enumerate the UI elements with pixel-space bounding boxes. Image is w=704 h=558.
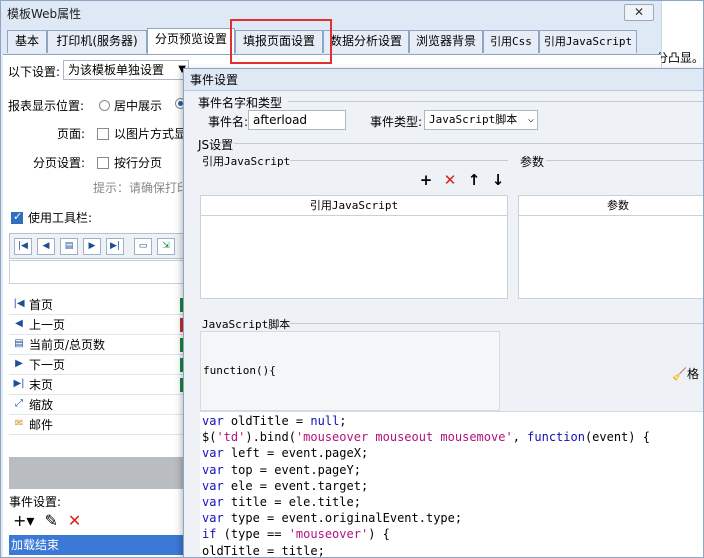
first-page-icon: |◀ (13, 298, 25, 309)
page-count-icon[interactable]: ▤ (60, 238, 78, 255)
background-window-strip: 分凸显。 (656, 1, 703, 71)
last-page-icon[interactable]: ▶| (106, 238, 124, 255)
highlight-box (230, 19, 332, 64)
param-column-header: 参数 (519, 196, 703, 216)
event-type-select[interactable]: JavaScript脚本 ⌵ (424, 110, 538, 130)
list-item[interactable]: ◀ 上一页 (9, 315, 185, 335)
event-toolbar: +▾ ✎ ✕ (13, 511, 91, 530)
page-as-image-checkbox[interactable]: 以图片方式显 (97, 125, 186, 142)
prev-page-icon[interactable]: ◀ (37, 238, 55, 255)
ref-js-column-header: 引用JavaScript (201, 196, 507, 216)
checkbox-checked-icon (11, 210, 23, 224)
event-row-selected[interactable]: 加载结束 (9, 535, 185, 555)
delete-event-icon[interactable]: ✕ (68, 511, 81, 530)
function-header: function(){ (203, 364, 276, 377)
divider (290, 160, 508, 161)
list-item[interactable]: ✉ 邮件 (9, 415, 185, 435)
tab-printer-server[interactable]: 打印机(服务器) (47, 30, 147, 53)
mail-icon: ✉ (14, 418, 24, 429)
add-icon[interactable]: + (414, 171, 438, 189)
apply-label: 以下设置: (8, 65, 61, 79)
param-table[interactable]: 参数 (518, 195, 703, 299)
position-center-option[interactable]: 居中展示 (99, 97, 162, 114)
code-line: oldTitle = title; (202, 543, 325, 558)
tab-paging-preview[interactable]: 分页预览设置 (147, 28, 235, 54)
event-group-title: 事件名字和类型 (198, 96, 283, 110)
script-label: JavaScript脚本 (202, 318, 291, 331)
hint-text: 提示：请确保打印 (93, 181, 190, 195)
tab-ref-css[interactable]: 引用Css (483, 30, 539, 53)
checkbox-icon (97, 157, 109, 169)
js-group-title: JS设置 (198, 138, 234, 152)
list-item[interactable]: ▶ 下一页 (9, 355, 185, 375)
radio-icon (99, 100, 110, 111)
code-line: $('td').bind('mouseover mouseout mousemo… (202, 430, 650, 445)
edit-event-icon[interactable]: ✎ (44, 511, 57, 530)
last-page-icon: ▶| (13, 378, 25, 389)
list-item[interactable]: ⤢ 缩放 (9, 395, 185, 415)
event-settings-dialog: 事件设置 事件名字和类型 事件名: afterload 事件类型: JavaSc… (183, 68, 703, 558)
format-button[interactable]: 🧹格 (672, 365, 699, 382)
checkbox-icon (97, 128, 109, 140)
event-settings-label: 事件设置: (9, 495, 62, 509)
code-line: if (type == 'mouseover') { (202, 527, 390, 542)
divider (546, 160, 703, 161)
first-page-icon[interactable]: |◀ (14, 238, 32, 255)
ref-js-table[interactable]: 引用JavaScript (200, 195, 508, 299)
next-page-icon[interactable]: ▶ (83, 238, 101, 255)
tab-ref-javascript[interactable]: 引用JavaScript (539, 30, 637, 53)
export-icon[interactable]: ⇲ (157, 238, 175, 255)
event-name-label: 事件名: (208, 115, 249, 129)
window-title: 模板Web属性 (7, 7, 82, 21)
page-count-icon: ▤ (14, 338, 24, 349)
script-editor[interactable]: var oldTitle = null; $('td').bind('mouseo… (200, 411, 703, 558)
broom-icon: 🧹 (672, 367, 687, 381)
list-item[interactable]: ▶| 末页 (9, 375, 185, 395)
page-label: 页面: (57, 127, 86, 141)
use-toolbar-checkbox[interactable]: 使用工具栏: (11, 209, 92, 226)
move-up-icon[interactable]: ↑ (462, 171, 486, 189)
param-label: 参数 (520, 155, 545, 169)
code-line: var left = event.pageX; (202, 446, 369, 461)
list-item[interactable]: ▤ 当前页/总页数 (9, 335, 185, 355)
move-down-icon[interactable]: ↓ (486, 171, 510, 189)
apply-scope-select[interactable]: 为该模板单独设置 ▼ (63, 60, 189, 80)
gray-strip (9, 457, 185, 489)
background-text: 分凸显。 (656, 51, 704, 65)
event-type-label: 事件类型: (370, 115, 423, 129)
print-icon[interactable]: ▭ (134, 238, 152, 255)
apply-scope-value: 为该模板单独设置 (68, 63, 165, 77)
tab-browser-background[interactable]: 浏览器背景 (409, 30, 483, 53)
tab-data-analysis[interactable]: 数据分析设置 (323, 30, 409, 53)
function-header-box: function(){ (200, 331, 500, 411)
delete-icon[interactable]: ✕ (438, 171, 462, 189)
tab-basic[interactable]: 基本 (7, 30, 47, 53)
js-toolbar: + ✕ ↑ ↓ (414, 171, 510, 189)
code-line: var top = event.pageY; (202, 462, 361, 477)
zoom-icon: ⤢ (15, 398, 23, 409)
toolbar-blank-row (9, 260, 185, 284)
paging-by-row-checkbox[interactable]: 按行分页 (97, 154, 162, 171)
toolbar-item-list: |◀ 首页 ◀ 上一页 ▤ 当前页/总页数 ▶ 下一页 ▶| 末页 ⤢ 缩放 ✉ 邮件 (9, 295, 185, 435)
divider (290, 323, 703, 324)
template-web-properties-window: 模板Web属性 ✕ 分凸显。 基本 打印机(服务器) 分页预览设置 填报页面设置… (0, 0, 704, 558)
prev-page-icon: ◀ (15, 318, 23, 329)
code-line: var title = ele.title; (202, 495, 361, 510)
position-label: 报表显示位置: (8, 99, 85, 113)
divider (234, 143, 703, 144)
list-item[interactable]: |◀ 首页 (9, 295, 185, 315)
code-line: var type = event.originalEvent.type; (202, 511, 463, 526)
event-name-input[interactable]: afterload (248, 110, 346, 130)
code-line: var ele = event.target; (202, 478, 369, 493)
chevron-down-icon: ⌵ (527, 114, 534, 125)
close-button[interactable]: ✕ (624, 4, 654, 21)
toolbar-preview: |◀ ◀ ▤ ▶ ▶| ▭ ⇲ (9, 233, 185, 259)
add-event-icon[interactable]: +▾ (13, 511, 34, 530)
paging-label: 分页设置: (33, 156, 86, 170)
code-line: var oldTitle = null; (202, 414, 347, 428)
dialog-title: 事件设置 (184, 69, 703, 91)
next-page-icon: ▶ (15, 358, 23, 369)
ref-js-label: 引用JavaScript (202, 155, 291, 168)
divider (288, 101, 703, 102)
